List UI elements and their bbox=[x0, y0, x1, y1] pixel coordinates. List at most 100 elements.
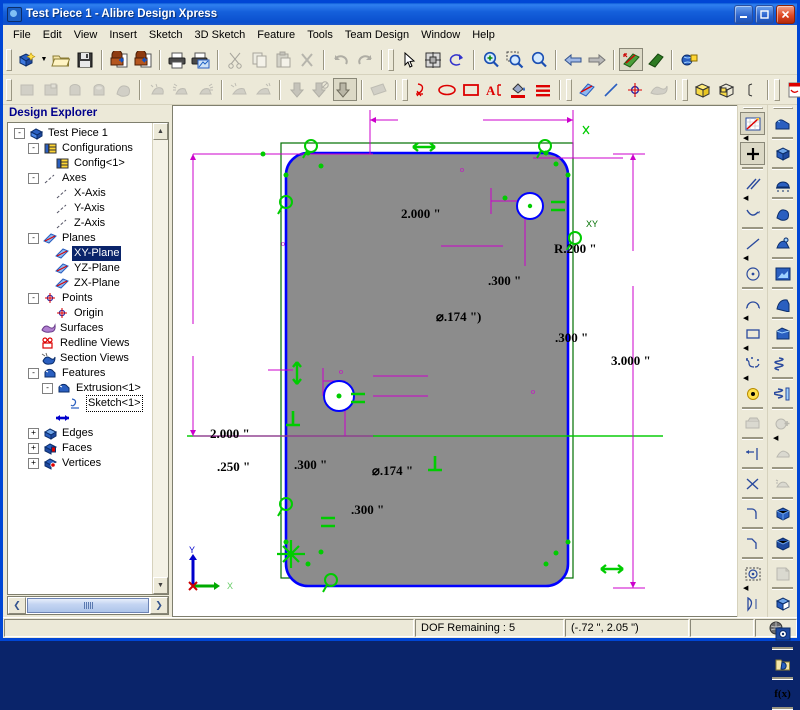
arc-icon[interactable] bbox=[740, 292, 765, 315]
tree-item-axes[interactable]: - Axes bbox=[10, 171, 152, 186]
loft-icon[interactable] bbox=[111, 78, 135, 101]
tree-vertical-scrollbar[interactable]: ▲ ▼ bbox=[152, 123, 168, 594]
flyout-arrow-icon[interactable]: ◀ bbox=[740, 585, 765, 592]
tree-expander[interactable]: - bbox=[14, 128, 25, 139]
solid-blue-icon[interactable] bbox=[770, 502, 795, 525]
tree-expander[interactable]: - bbox=[28, 143, 39, 154]
tree-item-x-axis[interactable]: X-Axis bbox=[10, 186, 152, 201]
circle-icon[interactable] bbox=[740, 262, 765, 285]
check-out-icon[interactable] bbox=[131, 48, 155, 71]
box-partial-icon[interactable] bbox=[739, 78, 763, 101]
tree-expander[interactable]: - bbox=[28, 233, 39, 244]
rotate-icon[interactable] bbox=[445, 48, 469, 71]
material-icon[interactable] bbox=[770, 652, 795, 675]
design-explorer-tree[interactable]: - Test Piece 1- Configurations Config<1> - Ax… bbox=[8, 123, 152, 594]
loft-3d-icon[interactable] bbox=[770, 202, 795, 225]
menu-team-design[interactable]: Team Design bbox=[339, 27, 415, 43]
surface-icon[interactable] bbox=[647, 78, 671, 101]
tree-expander[interactable]: - bbox=[28, 368, 39, 379]
tree-item-sketch-1[interactable]: Sketch<1> bbox=[10, 395, 152, 412]
scroll-right-arrow[interactable]: ❯ bbox=[150, 597, 168, 614]
flyout-arrow-icon[interactable]: ◀ bbox=[740, 135, 765, 142]
draft-3d-icon[interactable] bbox=[770, 442, 795, 465]
hole-icon[interactable] bbox=[309, 78, 333, 101]
chamfer-sketch-icon[interactable] bbox=[740, 532, 765, 555]
fill-icon[interactable] bbox=[507, 78, 531, 101]
chamfer-3d-icon[interactable] bbox=[770, 322, 795, 345]
pattern-3d-icon[interactable] bbox=[770, 412, 795, 435]
menu-window[interactable]: Window bbox=[415, 27, 466, 43]
open-icon[interactable] bbox=[49, 48, 73, 71]
spline-icon[interactable] bbox=[740, 202, 765, 225]
tree-expander[interactable]: + bbox=[28, 458, 39, 469]
flyout-arrow-icon[interactable]: ◀ bbox=[740, 315, 765, 322]
redo-icon[interactable] bbox=[353, 48, 377, 71]
new-part-dropdown-icon[interactable]: ▼ bbox=[39, 48, 49, 71]
extrude-boss-3d-icon[interactable] bbox=[770, 112, 795, 135]
activate-sketch-icon[interactable] bbox=[619, 48, 643, 71]
tree-horizontal-scrollbar[interactable]: ❮ ❯ bbox=[7, 596, 169, 615]
sweep-cut-icon[interactable] bbox=[169, 78, 193, 101]
sketch-figure-icon[interactable] bbox=[411, 78, 435, 101]
grid-snap-icon[interactable] bbox=[421, 48, 445, 71]
tree-item-configurations[interactable]: - Configurations bbox=[10, 141, 152, 156]
sweep-3d-icon[interactable] bbox=[770, 232, 795, 255]
menu-edit[interactable]: Edit bbox=[37, 27, 68, 43]
rectangle-icon[interactable] bbox=[459, 78, 483, 101]
box-yellow-icon[interactable] bbox=[691, 78, 715, 101]
cut-icon[interactable] bbox=[223, 48, 247, 71]
scroll-up-arrow[interactable]: ▲ bbox=[153, 123, 168, 140]
thread-icon[interactable] bbox=[770, 382, 795, 405]
revolve-boss-icon[interactable] bbox=[63, 78, 87, 101]
ellipse-icon[interactable] bbox=[435, 78, 459, 101]
cube-feature-icon[interactable] bbox=[770, 142, 795, 165]
close-button[interactable] bbox=[776, 4, 795, 24]
box-wire-icon[interactable] bbox=[715, 78, 739, 101]
toolbar-grip[interactable] bbox=[566, 78, 572, 101]
render-icon[interactable] bbox=[677, 48, 701, 71]
scroll-thumb[interactable] bbox=[27, 598, 149, 613]
polyline-icon[interactable] bbox=[740, 352, 765, 375]
chamfer-icon[interactable] bbox=[251, 78, 275, 101]
menu-sketch[interactable]: Sketch bbox=[143, 27, 189, 43]
menu-insert[interactable]: Insert bbox=[103, 27, 143, 43]
face-icon[interactable] bbox=[770, 562, 795, 585]
menu-feature[interactable]: Feature bbox=[251, 27, 301, 43]
rib-icon[interactable] bbox=[770, 472, 795, 495]
tree-expander[interactable]: - bbox=[42, 383, 53, 394]
line-parallel-icon[interactable] bbox=[740, 172, 765, 195]
sweep-boss-icon[interactable] bbox=[145, 78, 169, 101]
tree-item-test-piece-1[interactable]: - Test Piece 1 bbox=[10, 126, 152, 141]
fillet-3d-icon[interactable] bbox=[770, 292, 795, 315]
next-view-icon[interactable] bbox=[585, 48, 609, 71]
check-in-icon[interactable] bbox=[107, 48, 131, 71]
line-icon[interactable] bbox=[740, 232, 765, 255]
equations-icon[interactable]: f(x) bbox=[770, 682, 795, 705]
scroll-down-arrow[interactable]: ▼ bbox=[153, 577, 168, 594]
new-sketch-icon[interactable] bbox=[643, 48, 667, 71]
menu-tools[interactable]: Tools bbox=[301, 27, 339, 43]
tree-item-zx-plane[interactable]: ZX-Plane bbox=[10, 276, 152, 291]
trim-icon[interactable] bbox=[740, 472, 765, 495]
draft-icon[interactable] bbox=[285, 78, 309, 101]
tree-item-points[interactable]: - Points bbox=[10, 291, 152, 306]
tree-item-origin[interactable]: Origin bbox=[10, 306, 152, 321]
plane-icon[interactable] bbox=[575, 78, 599, 101]
mirror-icon[interactable] bbox=[367, 78, 391, 101]
tree-expander[interactable]: + bbox=[28, 428, 39, 439]
flyout-arrow-icon[interactable]: ◀ bbox=[740, 255, 765, 262]
point-icon[interactable] bbox=[623, 78, 647, 101]
tree-item-surfaces[interactable]: Surfaces bbox=[10, 321, 152, 336]
zoom-fit-icon[interactable] bbox=[527, 48, 551, 71]
text-icon[interactable]: A bbox=[483, 78, 507, 101]
zoom-window-icon[interactable] bbox=[503, 48, 527, 71]
new-part-icon[interactable] bbox=[15, 48, 39, 71]
project-icon[interactable] bbox=[740, 562, 765, 585]
minimize-button[interactable] bbox=[734, 4, 753, 24]
sketch-mode-icon[interactable] bbox=[740, 112, 765, 135]
tree-item-edges[interactable]: + Edges bbox=[10, 426, 152, 441]
menu-file[interactable]: File bbox=[7, 27, 37, 43]
tree-item-xy-plane[interactable]: XY-Plane bbox=[10, 246, 152, 261]
maximize-button[interactable] bbox=[755, 4, 774, 24]
toolbar-grip[interactable] bbox=[402, 78, 408, 101]
